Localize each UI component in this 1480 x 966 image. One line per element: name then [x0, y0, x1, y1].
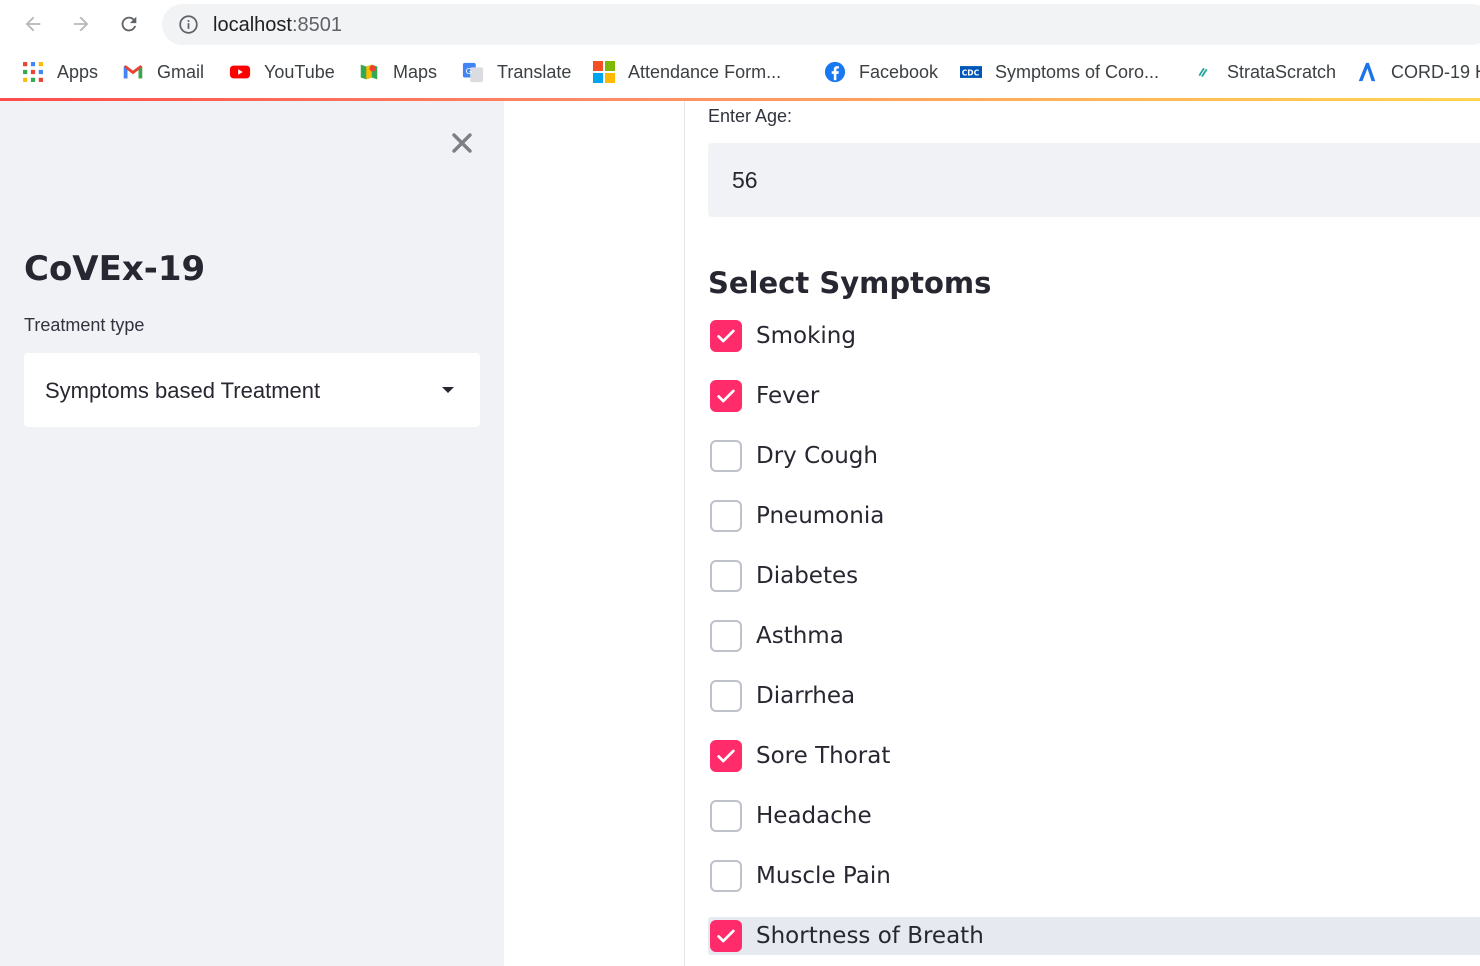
bookmark-label: Symptoms of Coro... — [995, 61, 1160, 82]
symptom-checkbox-fever[interactable]: Fever — [708, 377, 1480, 415]
bookmark-label: Facebook — [859, 61, 939, 82]
url-text[interactable]: localhost:8501 — [213, 14, 342, 37]
symptom-checkbox-headache[interactable]: Headache — [708, 797, 1480, 835]
svg-text:CDC: CDC — [962, 68, 980, 77]
reload-button[interactable] — [113, 8, 145, 40]
bookmark-label: YouTube — [264, 61, 335, 82]
translate-icon: G — [462, 61, 484, 83]
symptom-checkbox-pneumonia[interactable]: Pneumonia — [708, 497, 1480, 535]
arrow-left-icon — [25, 16, 41, 32]
address-bar[interactable]: localhost:8501 — [162, 4, 1480, 45]
bookmark-label: CORD-19 H — [1391, 61, 1480, 82]
arrow-right-icon — [73, 16, 89, 32]
gmail-icon — [122, 61, 144, 83]
close-icon[interactable] — [450, 131, 474, 155]
stratascratch-icon — [1192, 61, 1214, 83]
checkbox-box[interactable] — [710, 920, 742, 952]
app-title: CoVEx-19 — [24, 249, 206, 289]
age-input-container[interactable] — [708, 143, 1480, 217]
url-host: localhost — [213, 14, 292, 36]
checkmark-icon — [717, 329, 735, 343]
content-divider — [684, 101, 685, 966]
apps-grid-icon — [22, 61, 44, 83]
symptom-label: Diarrhea — [756, 683, 856, 709]
bookmark-translate[interactable]: G Translate — [462, 55, 571, 89]
reload-icon — [121, 16, 137, 32]
bookmark-label: StrataScratch — [1227, 61, 1337, 82]
bookmark-youtube[interactable]: YouTube — [229, 55, 335, 89]
youtube-icon — [229, 61, 251, 83]
checkbox-box[interactable] — [710, 680, 742, 712]
checkbox-box[interactable] — [710, 860, 742, 892]
back-button[interactable] — [17, 8, 49, 40]
symptom-label: Smoking — [756, 323, 856, 349]
treatment-type-label: Treatment type — [24, 315, 145, 335]
symptom-checkbox-diabetes[interactable]: Diabetes — [708, 557, 1480, 595]
bookmark-gmail[interactable]: Gmail — [122, 55, 204, 89]
symptom-label: Asthma — [756, 623, 844, 649]
maps-icon — [358, 61, 380, 83]
symptom-label: Diabetes — [756, 563, 859, 589]
checkbox-box[interactable] — [710, 740, 742, 772]
symptom-checkbox-dry-cough[interactable]: Dry Cough — [708, 437, 1480, 475]
checkmark-icon — [717, 389, 735, 403]
symptoms-heading: Select Symptoms — [708, 266, 992, 300]
symptom-checkbox-shortness-of-breath[interactable]: Shortness of Breath — [708, 917, 1480, 955]
symptom-label: Pneumonia — [756, 503, 885, 529]
symptom-checkbox-diarrhea[interactable]: Diarrhea — [708, 677, 1480, 715]
symptom-checkbox-smoking[interactable]: Smoking — [708, 317, 1480, 355]
checkbox-box[interactable] — [710, 560, 742, 592]
microsoft-icon — [593, 61, 615, 83]
checkbox-box[interactable] — [710, 800, 742, 832]
treatment-type-value: Symptoms based Treatment — [45, 378, 321, 403]
bookmark-cord19[interactable]: CORD-19 H — [1356, 55, 1480, 89]
bookmark-label: Maps — [393, 61, 438, 82]
info-icon[interactable] — [178, 14, 199, 35]
checkbox-box[interactable] — [710, 320, 742, 352]
bookmark-cdc-symptoms[interactable]: CDC Symptoms of Coro... — [960, 55, 1159, 89]
symptom-checkbox-asthma[interactable]: Asthma — [708, 617, 1480, 655]
symptom-label: Sore Thorat — [756, 743, 891, 769]
browser-chrome: localhost:8501 Apps Gmail YouTube Maps G… — [0, 0, 1480, 101]
symptom-label: Muscle Pain — [756, 863, 891, 889]
url-port: :8501 — [291, 14, 342, 36]
cord19-icon — [1356, 61, 1378, 83]
facebook-icon — [824, 61, 846, 83]
checkbox-box[interactable] — [710, 440, 742, 472]
symptom-label: Dry Cough — [756, 443, 878, 469]
checkbox-box[interactable] — [710, 380, 742, 412]
checkbox-box[interactable] — [710, 500, 742, 532]
checkbox-box[interactable] — [710, 620, 742, 652]
bookmarks-bar: Apps Gmail YouTube Maps G Translate Atte… — [0, 55, 1480, 89]
bookmark-label: Attendance Form... — [628, 61, 782, 82]
cdc-icon: CDC — [960, 61, 982, 83]
symptom-label: Headache — [756, 803, 872, 829]
checkmark-icon — [717, 749, 735, 763]
age-label: Enter Age: — [708, 106, 793, 126]
age-input[interactable] — [732, 163, 1432, 197]
symptom-label: Fever — [756, 383, 820, 409]
bookmark-attendance-form[interactable]: Attendance Form... — [593, 55, 781, 89]
bookmark-label: Apps — [57, 61, 99, 82]
treatment-type-select[interactable]: Symptoms based Treatment — [24, 353, 480, 427]
sidebar: CoVEx-19 Treatment type Symptoms based T… — [0, 101, 504, 966]
bookmark-apps[interactable]: Apps — [22, 55, 98, 89]
svg-text:G: G — [466, 66, 472, 76]
bookmark-facebook[interactable]: Facebook — [824, 55, 938, 89]
symptom-label: Shortness of Breath — [756, 923, 984, 949]
symptom-checkbox-muscle-pain[interactable]: Muscle Pain — [708, 857, 1480, 895]
symptom-checkbox-sore-thorat[interactable]: Sore Thorat — [708, 737, 1480, 775]
bookmark-label: Gmail — [157, 61, 205, 82]
forward-button[interactable] — [65, 8, 97, 40]
bookmark-stratascratch[interactable]: StrataScratch — [1192, 55, 1336, 89]
checkmark-icon — [717, 929, 735, 943]
bookmark-maps[interactable]: Maps — [358, 55, 437, 89]
bookmark-label: Translate — [497, 61, 572, 82]
caret-down-icon — [442, 387, 454, 393]
